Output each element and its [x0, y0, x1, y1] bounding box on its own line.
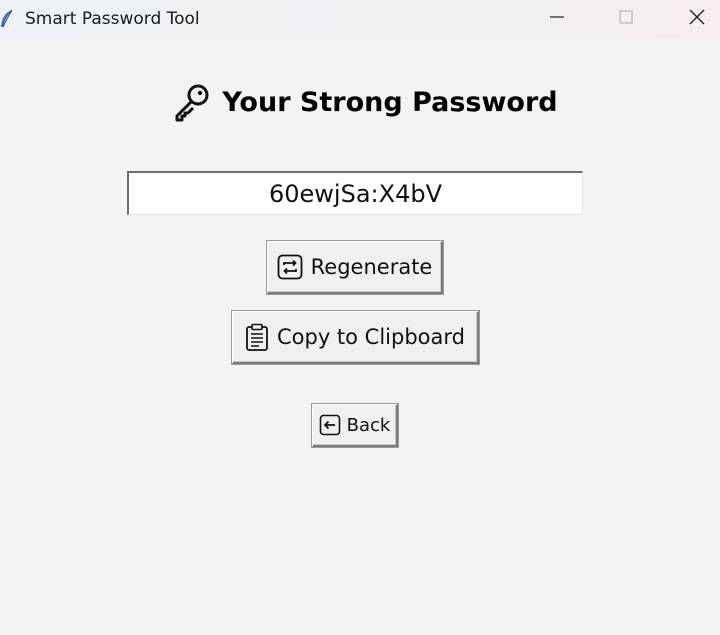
- regenerate-button[interactable]: Regenerate: [267, 241, 443, 294]
- close-icon: [688, 8, 706, 30]
- back-arrow-icon: [319, 414, 341, 436]
- maximize-icon: [618, 9, 634, 29]
- clipboard-icon: [245, 323, 269, 351]
- repeat-icon: [277, 254, 303, 280]
- key-icon: [172, 82, 212, 122]
- copy-to-clipboard-button[interactable]: Copy to Clipboard: [232, 311, 479, 364]
- feather-icon: [0, 9, 14, 29]
- back-label: Back: [346, 414, 391, 436]
- title-bar[interactable]: Smart Password Tool: [0, 0, 720, 38]
- window-title: Smart Password Tool: [25, 9, 200, 29]
- maximize-button[interactable]: [603, 0, 649, 38]
- page-heading: Your Strong Password: [0, 80, 720, 124]
- app-window: Smart Password Tool Your Strong Password…: [0, 0, 720, 635]
- minimize-icon: [549, 9, 565, 29]
- page-title: Your Strong Password: [222, 86, 558, 118]
- close-button[interactable]: [674, 0, 720, 38]
- regenerate-label: Regenerate: [310, 255, 433, 279]
- password-field[interactable]: [127, 171, 583, 215]
- minimize-button[interactable]: [534, 0, 580, 38]
- copy-to-clipboard-label: Copy to Clipboard: [276, 325, 465, 349]
- back-button[interactable]: Back: [312, 404, 398, 447]
